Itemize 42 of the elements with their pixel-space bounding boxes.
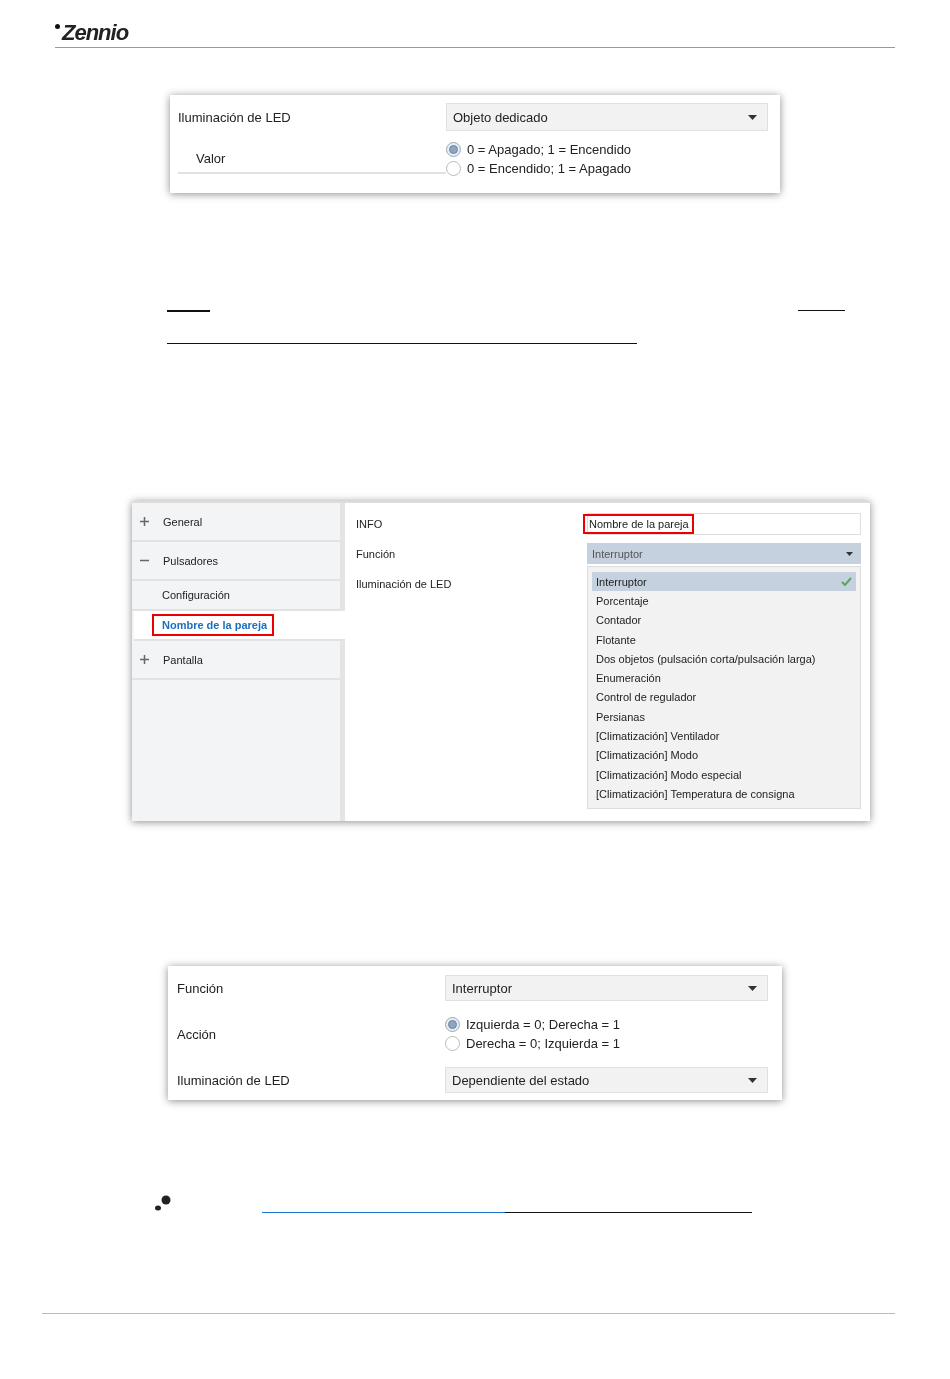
field-label: Iluminación de LED bbox=[178, 109, 292, 125]
dropdown[interactable]: Interruptor bbox=[587, 543, 861, 564]
caret-icon bbox=[748, 1077, 757, 1083]
field-label: Función bbox=[356, 547, 397, 561]
dropdown-option[interactable]: [Climatización] Modo bbox=[592, 745, 856, 765]
radio-option[interactable]: Derecha = 0; Izquierda = 1 bbox=[445, 1036, 620, 1051]
sidebar-item[interactable]: Pulsadores bbox=[132, 542, 340, 581]
field-label: Valor bbox=[178, 144, 446, 174]
dropdown[interactable]: Objeto dedicado bbox=[446, 103, 768, 131]
dropdown-option[interactable]: Contador bbox=[592, 610, 856, 630]
dropdown-option[interactable]: [Climatización] Ventilador bbox=[592, 726, 856, 746]
caret-icon bbox=[748, 114, 757, 120]
field-label: Iluminación de LED bbox=[177, 1072, 291, 1088]
dropdown-option[interactable]: Dos objetos (pulsación corta/pulsación larga) bbox=[592, 649, 856, 669]
field-label: Acción bbox=[177, 1026, 218, 1042]
dropdown[interactable]: Dependiente del estado bbox=[445, 1067, 768, 1093]
caret-icon bbox=[748, 985, 757, 991]
plus-icon bbox=[140, 517, 149, 526]
sidebar-subitem[interactable]: Nombre de la pareja bbox=[134, 611, 345, 641]
field-label: Iluminación de LED bbox=[356, 577, 453, 591]
caret-icon bbox=[846, 551, 853, 556]
radio-option[interactable]: 0 = Apagado; 1 = Encendido bbox=[446, 142, 632, 157]
sidebar-item[interactable]: Pantalla bbox=[132, 641, 340, 680]
dropdown-option[interactable]: [Climatización] Modo especial bbox=[592, 764, 856, 785]
dots-icon bbox=[155, 1195, 173, 1211]
logo-dot-icon bbox=[55, 24, 60, 29]
dropdown-option[interactable]: Flotante bbox=[592, 629, 856, 650]
dropdown-option[interactable]: Enumeración bbox=[592, 668, 856, 688]
dropdown-option[interactable]: Interruptor bbox=[592, 572, 856, 592]
dropdown-option[interactable]: [Climatización] Temperatura de consigna bbox=[592, 784, 856, 804]
dropdown-option[interactable]: Porcentaje bbox=[592, 591, 856, 611]
dropdown[interactable]: Interruptor bbox=[445, 975, 768, 1001]
field-label: INFO bbox=[356, 517, 384, 531]
dropdown-option[interactable]: Control de regulador bbox=[592, 687, 856, 708]
checkmark-icon bbox=[841, 577, 852, 587]
dropdown-option[interactable]: Persianas bbox=[592, 707, 856, 727]
radio-option[interactable]: 0 = Encendido; 1 = Apagado bbox=[446, 161, 632, 176]
sidebar-item[interactable]: General bbox=[132, 503, 340, 542]
plus-icon bbox=[140, 655, 149, 664]
field-label: Función bbox=[177, 980, 225, 996]
radio-option[interactable]: Izquierda = 0; Derecha = 1 bbox=[445, 1017, 620, 1032]
logo: Zennio bbox=[62, 19, 129, 46]
